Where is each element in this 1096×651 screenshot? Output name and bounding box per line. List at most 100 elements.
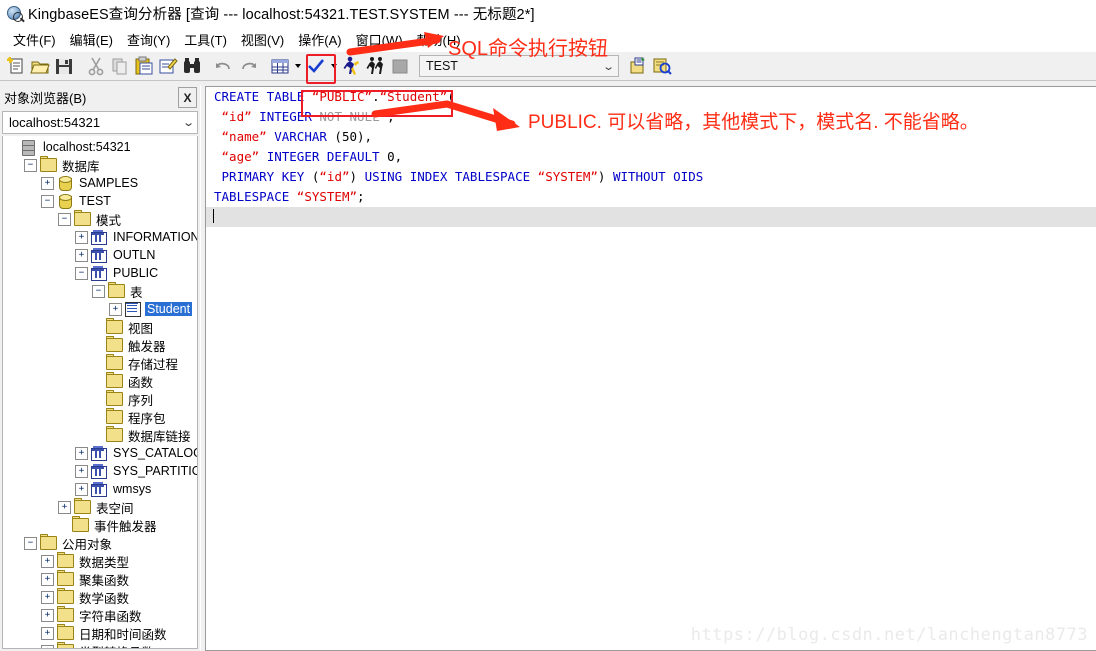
tree-item[interactable]: 事件触发器 <box>3 516 197 534</box>
code-token: ) <box>597 169 613 184</box>
menu-query[interactable]: 查询(Y) <box>120 28 177 51</box>
tree-item[interactable]: 序列 <box>3 390 197 408</box>
collapse-icon[interactable]: − <box>92 284 105 298</box>
tree-item[interactable]: − PUBLIC <box>3 264 197 282</box>
object-tree[interactable]: localhost:54321− 数据库 + SAMPLES − TEST − 模式 + INFO… <box>2 136 198 649</box>
tree-item-label: wmsys <box>113 482 152 496</box>
expand-icon[interactable]: + <box>75 464 88 478</box>
sql-editor[interactable]: CREATE TABLE “PUBLIC”.“Student”( “id” IN… <box>205 86 1096 651</box>
stop-icon <box>389 55 411 77</box>
object-browser-icon[interactable] <box>627 55 649 77</box>
folder-icon <box>57 642 74 648</box>
expand-icon[interactable]: + <box>41 590 54 604</box>
tree-item[interactable]: 存储过程 <box>3 354 197 372</box>
connection-combo[interactable]: localhost:54321 ⌄ <box>2 111 198 134</box>
expand-icon[interactable]: + <box>41 554 54 568</box>
tree-item[interactable]: + 聚集函数 <box>3 570 197 588</box>
schema-icon <box>91 464 107 479</box>
tree-item[interactable]: 数据库链接 <box>3 426 197 444</box>
open-file-icon[interactable] <box>29 55 51 77</box>
grid-results-dropdown-icon[interactable] <box>293 55 302 77</box>
current-line[interactable] <box>206 207 1096 227</box>
menu-view[interactable]: 视图(V) <box>234 28 291 51</box>
collapse-icon[interactable]: − <box>24 158 37 172</box>
menu-edit[interactable]: 编辑(E) <box>63 28 120 51</box>
code-token: INTEGER DEFAULT <box>266 149 380 164</box>
expand-icon[interactable]: + <box>109 302 122 316</box>
collapse-icon[interactable]: − <box>75 266 88 280</box>
expand-icon[interactable]: + <box>75 482 88 496</box>
database-combo[interactable]: TEST ⌄ <box>419 55 619 77</box>
expand-icon[interactable]: + <box>41 608 54 622</box>
code-token: PRIMARY KEY <box>221 169 305 184</box>
tree-item[interactable]: − 模式 <box>3 210 197 228</box>
tree-item-label: 函数 <box>128 375 154 390</box>
tree-item[interactable]: 函数 <box>3 372 197 390</box>
tree-item[interactable]: + SAMPLES <box>3 174 197 192</box>
expand-icon[interactable]: + <box>41 572 54 586</box>
tree-item[interactable]: 程序包 <box>3 408 197 426</box>
menu-help[interactable]: 帮助(H) <box>410 28 468 51</box>
new-query-icon[interactable] <box>5 55 27 77</box>
expand-icon[interactable]: + <box>41 176 54 190</box>
collapse-icon[interactable]: − <box>24 536 37 550</box>
tree-item-label: 数据库链接 <box>128 429 191 444</box>
tree-item[interactable]: + 类型转换函数 <box>3 642 197 648</box>
tree-item[interactable]: 视图 <box>3 318 197 336</box>
folder-icon <box>106 426 123 442</box>
tree-item-label: 触发器 <box>128 339 166 354</box>
collapse-icon[interactable]: − <box>41 194 54 208</box>
run-step-icon[interactable] <box>365 55 387 77</box>
tree-item-label: SYS_CATALOG <box>113 446 198 460</box>
tree-item[interactable]: + INFORMATION_SC <box>3 228 197 246</box>
tree-item[interactable]: + 日期和时间函数 <box>3 624 197 642</box>
tree-item[interactable]: localhost:54321 <box>3 138 197 156</box>
find-binoculars-icon[interactable] <box>181 55 203 77</box>
tree-item-label: 事件触发器 <box>94 519 157 534</box>
tree-item[interactable]: + wmsys <box>3 480 197 498</box>
tree-item[interactable]: + 字符串函数 <box>3 606 197 624</box>
tree-item[interactable]: + 表空间 <box>3 498 197 516</box>
run-sql-icon[interactable] <box>341 55 363 77</box>
table-icon <box>125 302 141 317</box>
expand-icon[interactable]: + <box>75 230 88 244</box>
code-token: TABLESPACE <box>214 189 290 204</box>
expand-icon[interactable]: + <box>58 500 71 514</box>
folder-icon <box>106 372 123 388</box>
menu-actions[interactable]: 操作(A) <box>291 28 348 51</box>
expand-icon[interactable]: + <box>41 644 54 648</box>
cut-icon <box>85 55 107 77</box>
expand-icon[interactable]: + <box>75 248 88 262</box>
tree-item[interactable]: + Student <box>3 300 197 318</box>
menu-file[interactable]: 文件(F) <box>6 28 63 51</box>
tree-item[interactable]: − 公用对象 <box>3 534 197 552</box>
code-token: INTEGER <box>259 109 312 124</box>
check-parse-dropdown-icon[interactable] <box>329 55 338 77</box>
chevron-down-icon: ⌄ <box>181 117 195 129</box>
save-file-icon[interactable] <box>53 55 75 77</box>
collapse-icon[interactable]: − <box>58 212 71 226</box>
code-token: VARCHAR <box>274 129 327 144</box>
grid-results-icon[interactable] <box>269 55 291 77</box>
expand-icon[interactable]: + <box>41 626 54 640</box>
tree-item[interactable]: + SYS_CATALOG <box>3 444 197 462</box>
check-parse-icon[interactable] <box>305 55 327 77</box>
menu-window[interactable]: 窗口(W) <box>349 28 410 51</box>
tree-item[interactable]: − TEST <box>3 192 197 210</box>
menu-tools[interactable]: 工具(T) <box>177 28 234 51</box>
tree-item[interactable]: − 数据库 <box>3 156 197 174</box>
edit-note-icon[interactable] <box>157 55 179 77</box>
paste-icon[interactable] <box>133 55 155 77</box>
tree-item[interactable]: 触发器 <box>3 336 197 354</box>
server-icon <box>21 140 37 156</box>
explain-plan-icon[interactable] <box>651 55 673 77</box>
tree-item[interactable]: + OUTLN <box>3 246 197 264</box>
tree-item[interactable]: + SYS_PARTITION <box>3 462 197 480</box>
close-panel-button[interactable]: X <box>178 87 197 108</box>
tree-item[interactable]: + 数学函数 <box>3 588 197 606</box>
tree-item[interactable]: − 表 <box>3 282 197 300</box>
expand-icon[interactable]: + <box>75 446 88 460</box>
tree-item[interactable]: + 数据类型 <box>3 552 197 570</box>
